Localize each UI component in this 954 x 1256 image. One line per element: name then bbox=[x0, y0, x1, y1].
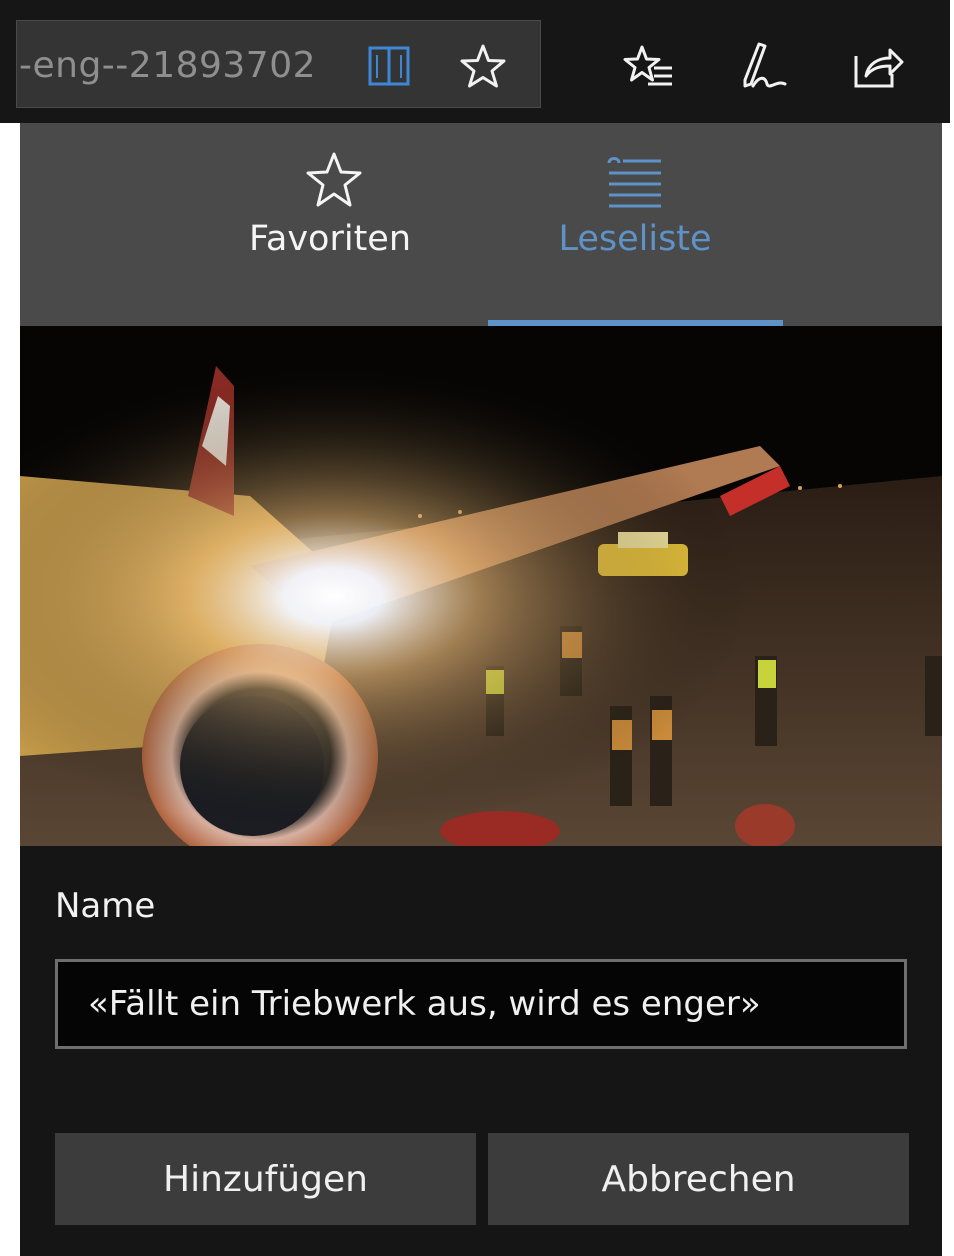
share-icon[interactable] bbox=[852, 42, 904, 90]
name-input[interactable] bbox=[55, 959, 907, 1049]
tab-reading-list[interactable]: Leseliste bbox=[528, 123, 742, 326]
browser-toolbar: -eng--21893702 bbox=[0, 0, 950, 123]
star-outline-icon bbox=[306, 152, 362, 207]
favorites-list-icon[interactable] bbox=[622, 44, 674, 90]
hub-tabs: Favoriten Leseliste bbox=[20, 123, 942, 326]
cancel-button[interactable]: Abbrechen bbox=[488, 1133, 909, 1225]
reading-list-icon bbox=[607, 157, 661, 208]
reading-view-icon[interactable] bbox=[367, 45, 411, 87]
add-favorite-star-icon[interactable] bbox=[459, 43, 507, 89]
tab-favorites-label: Favoriten bbox=[248, 219, 412, 259]
url-text: -eng--21893702 bbox=[19, 45, 317, 86]
web-note-pen-icon[interactable] bbox=[737, 40, 789, 94]
tab-reading-list-label: Leseliste bbox=[558, 219, 712, 259]
address-bar[interactable]: -eng--21893702 bbox=[16, 20, 541, 108]
hub-flyout: Favoriten Leseliste Name «Fällt ein Trie… bbox=[20, 123, 942, 1256]
article-thumbnail-image bbox=[20, 326, 942, 846]
name-field-label: Name bbox=[55, 886, 156, 926]
add-button[interactable]: Hinzufügen bbox=[55, 1133, 476, 1225]
tab-favorites[interactable]: Favoriten bbox=[225, 123, 435, 326]
